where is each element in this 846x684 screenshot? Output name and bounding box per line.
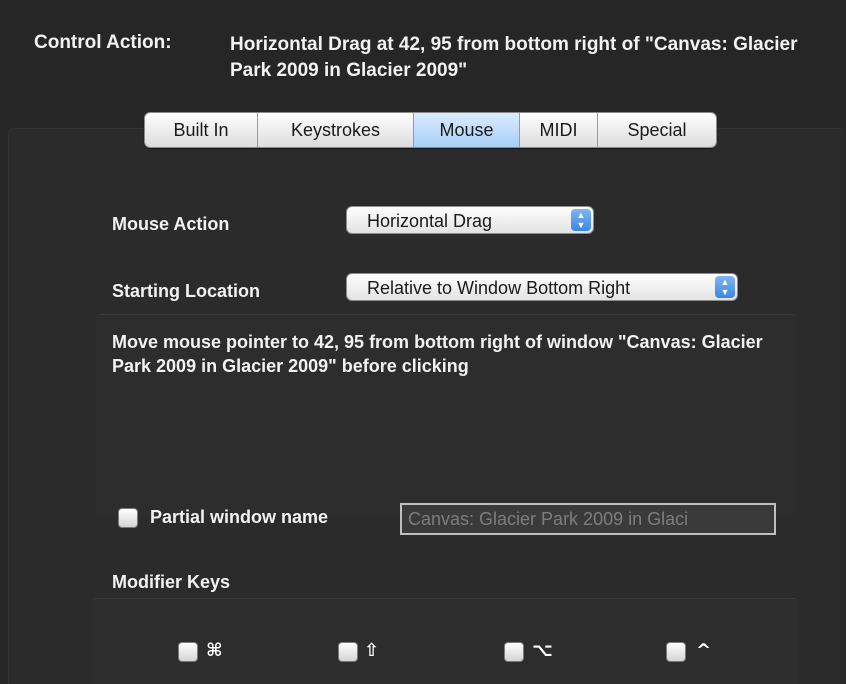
tab-keystrokes[interactable]: Keystrokes [258, 113, 414, 147]
shift-icon: ⇧ [364, 640, 380, 661]
popup-arrows-icon: ▲ ▼ [715, 276, 735, 298]
tab-mouse[interactable]: Mouse [414, 113, 520, 147]
option-modifier-checkbox[interactable] [504, 642, 524, 662]
shift-modifier-checkbox[interactable] [338, 642, 358, 662]
action-type-tabs: Built In Keystrokes Mouse MIDI Special [144, 112, 717, 148]
mouse-action-value: Horizontal Drag [367, 211, 493, 231]
partial-window-label: Partial window name [150, 507, 329, 527]
control-icon: ^ [696, 640, 712, 661]
modifier-keys-area [92, 598, 798, 684]
command-icon: ⌘ [206, 640, 223, 661]
option-icon: ⌥ [532, 640, 553, 661]
control-action-label: Control Action: [34, 32, 172, 53]
mouse-action-popup[interactable]: Horizontal Drag ▲ ▼ [346, 206, 594, 234]
tab-midi[interactable]: MIDI [520, 113, 598, 147]
tab-built-in[interactable]: Built In [145, 113, 258, 147]
tab-special[interactable]: Special [598, 113, 716, 147]
control-modifier-checkbox[interactable] [666, 642, 686, 662]
starting-location-value: Relative to Window Bottom Right [367, 278, 631, 298]
popup-arrows-icon: ▲ ▼ [571, 209, 591, 231]
window: Control Action: Horizontal Drag at 42, 9… [0, 0, 846, 684]
modifier-keys-label: Modifier Keys [112, 572, 231, 592]
partial-window-checkbox[interactable] [118, 508, 138, 528]
starting-location-popup[interactable]: Relative to Window Bottom Right ▲ ▼ [346, 273, 738, 301]
command-modifier-checkbox[interactable] [178, 642, 198, 662]
control-action-value: Horizontal Drag at 42, 95 from bottom ri… [230, 34, 798, 81]
starting-location-label: Starting Location [112, 281, 260, 301]
window-name-field[interactable]: Canvas: Glacier Park 2009 in Glaci [400, 503, 776, 535]
action-description: Move mouse pointer to 42, 95 from bottom… [112, 332, 763, 376]
mouse-action-label: Mouse Action [112, 214, 230, 234]
